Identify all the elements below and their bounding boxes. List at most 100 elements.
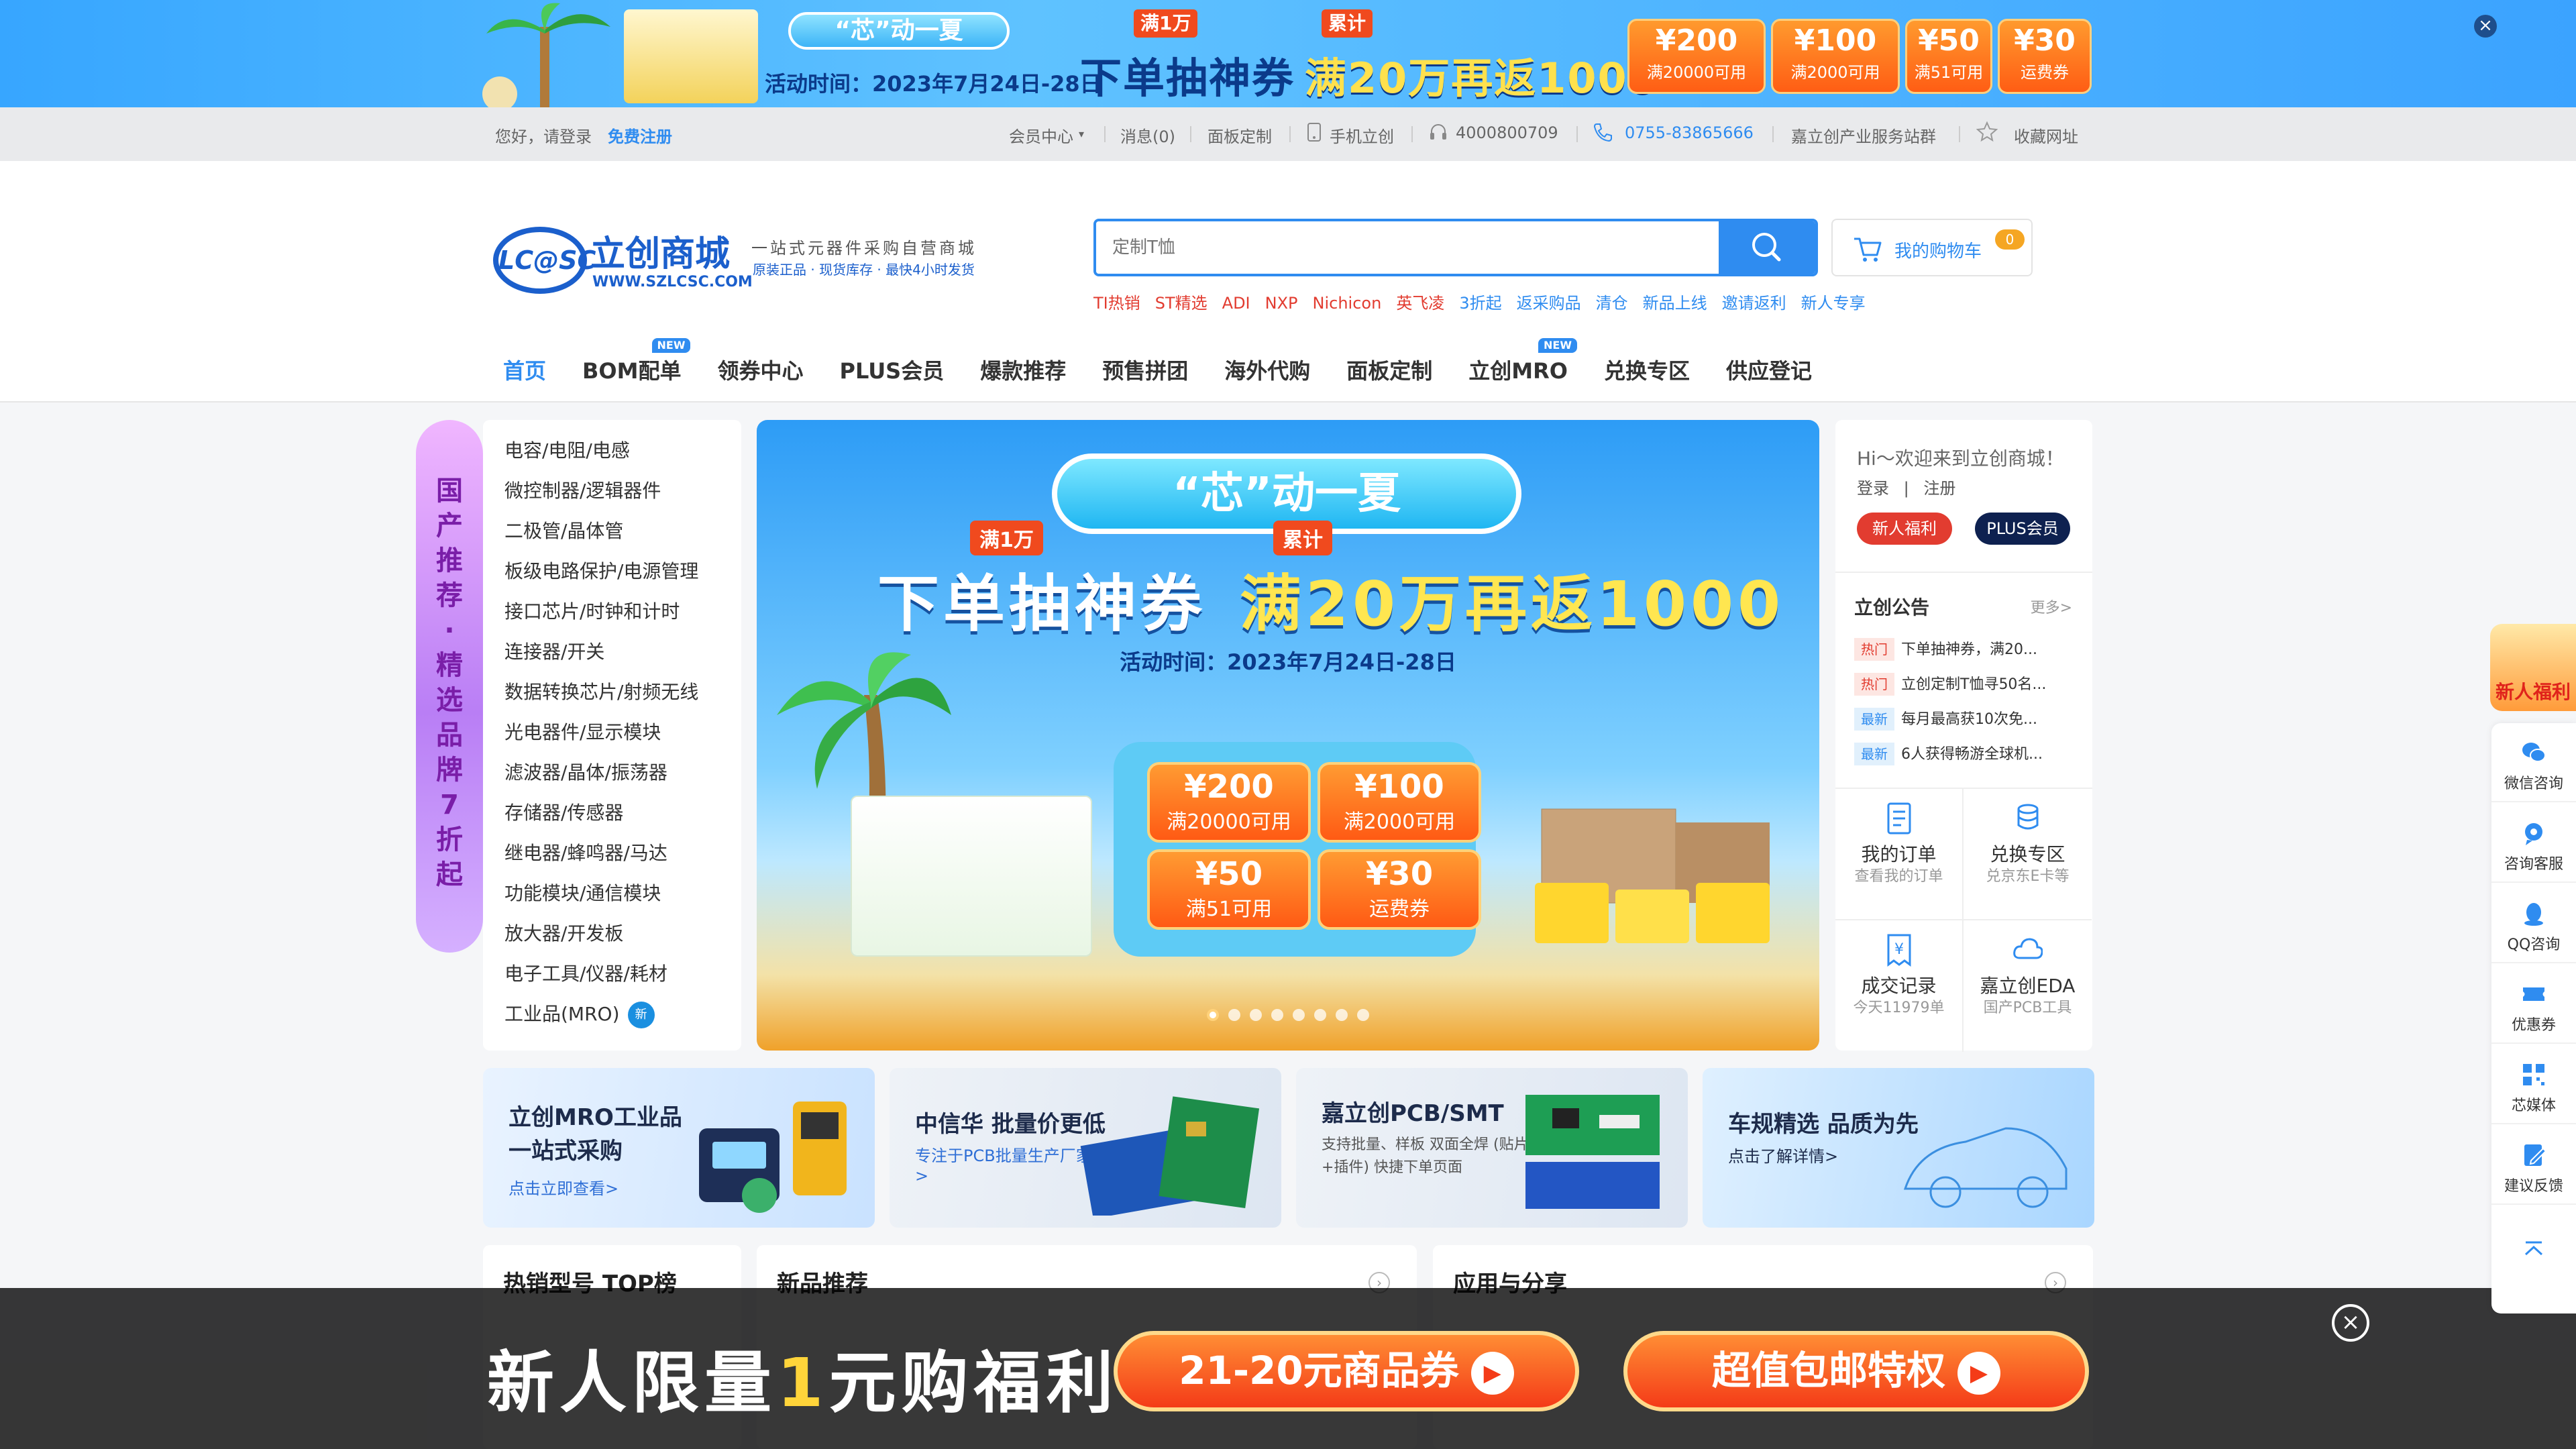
hot-link[interactable]: 3折起 <box>1459 294 1501 313</box>
newbie-benefits-button[interactable]: 新人福利 <box>1857 513 1952 545</box>
search-button[interactable] <box>1719 221 1815 274</box>
hot-link[interactable]: ADI <box>1222 294 1250 313</box>
nav-item[interactable]: PLUS会员 <box>839 354 944 385</box>
carousel-dot[interactable] <box>1357 1009 1369 1021</box>
utility-bar: 您好，请登录 免费注册 会员中心 ▾ 消息(0) 面板定制 手机立创 40008… <box>0 107 2576 161</box>
login-link[interactable]: 登录 <box>1857 479 1889 498</box>
hero-carousel[interactable]: “芯”动一夏 满1万 累计 下单抽神券 满20万再返1000 活动时间：2023… <box>757 420 1819 1051</box>
category-item[interactable]: 滤波器/晶体/振荡器 <box>483 759 741 800</box>
notice-more-link[interactable]: 更多> <box>2031 596 2072 617</box>
carousel-dot[interactable] <box>1228 1009 1240 1021</box>
nav-item[interactable]: BOM配单 NEW <box>582 338 691 385</box>
float-tool-item[interactable]: 芯媒体 <box>2491 1045 2576 1124</box>
nav-item[interactable]: 爆款推荐 <box>980 354 1066 385</box>
shortcut-eda[interactable]: 嘉立创EDA 国产PCB工具 <box>1964 920 2092 1052</box>
hot-link[interactable]: 返采购品 <box>1517 294 1581 313</box>
close-icon[interactable]: × <box>2474 15 2497 38</box>
top-promo-banner[interactable]: “芯”动一夏 活动时间：2023年7月24日-28日 满1万 累计 下单抽神券 … <box>0 0 2576 107</box>
carousel-dot[interactable] <box>1293 1009 1305 1021</box>
category-item[interactable]: 电子工具/仪器/耗材 <box>483 961 741 1001</box>
newbie-gift-badge[interactable]: 新人福利 <box>2490 624 2576 711</box>
notice-item[interactable]: 热门 下单抽神券，满20... <box>1854 637 2082 661</box>
promo-card-pcb-smt[interactable]: 嘉立创PCB/SMT 支持批量、样板 双面全焊 (贴片+插件) 快捷下单页面 <box>1296 1068 1688 1228</box>
nav-item[interactable]: 预售拼团 <box>1102 354 1188 385</box>
member-center-menu[interactable]: 会员中心 <box>1009 123 1073 147</box>
category-item[interactable]: 存储器/传感器 <box>483 800 741 840</box>
carousel-dot[interactable] <box>1336 1009 1348 1021</box>
carousel-dot[interactable] <box>1250 1009 1262 1021</box>
nav-item[interactable]: 领券中心 <box>717 354 803 385</box>
register-link[interactable]: 免费注册 <box>608 123 672 147</box>
hot-link[interactable]: 英飞凌 <box>1396 294 1444 313</box>
float-tool-item[interactable]: 咨询客服 <box>2491 804 2576 883</box>
category-item[interactable]: 工业品(MRO) 新 <box>483 1001 741 1041</box>
category-item[interactable]: 数据转换芯片/射频无线 <box>483 679 741 719</box>
search-input[interactable] <box>1096 221 1720 274</box>
plus-member-button[interactable]: PLUS会员 <box>1975 513 2070 545</box>
notice-tag: 最新 <box>1854 708 1894 731</box>
back-to-top-button[interactable] <box>2491 1220 2576 1299</box>
overlay-coupon-button[interactable]: 21-20元商品券 ▶ <box>1114 1331 1579 1411</box>
close-icon[interactable]: × <box>2332 1304 2369 1342</box>
domestic-brand-ribbon[interactable]: 国产推荐·精选品牌7折起 <box>416 420 483 953</box>
promo-card-automotive[interactable]: 车规精选 品质为先 点击了解详情> <box>1703 1068 2094 1228</box>
cart-button[interactable]: 我的购物车 0 <box>1831 219 2033 276</box>
carousel-dot[interactable] <box>1207 1009 1219 1021</box>
shortcut-exchange[interactable]: 兑换专区 兑京东E卡等 <box>1964 789 2092 920</box>
notice-tag: 热门 <box>1854 673 1894 696</box>
carousel-dot[interactable] <box>1271 1009 1283 1021</box>
category-item[interactable]: 微控制器/逻辑器件 <box>483 478 741 518</box>
category-item[interactable]: 接口芯片/时钟和计时 <box>483 598 741 639</box>
hot-link[interactable]: 邀请返利 <box>1722 294 1786 313</box>
nav-item[interactable]: 立创MRO NEW <box>1468 338 1577 385</box>
hot-link[interactable]: TI热销 <box>1093 294 1140 313</box>
nav-item[interactable]: 供应登记 <box>1726 354 1812 385</box>
hot-link[interactable]: 新人专享 <box>1801 294 1866 313</box>
float-tool-item[interactable]: 优惠券 <box>2491 965 2576 1044</box>
coins-icon <box>2017 804 2038 830</box>
hot-link[interactable]: Nichicon <box>1313 294 1382 313</box>
nav-item[interactable]: 海外代购 <box>1224 354 1310 385</box>
industry-sites-link[interactable]: 嘉立创产业服务站群 <box>1791 123 1936 147</box>
category-item[interactable]: 板级电路保护/电源管理 <box>483 558 741 598</box>
messages-link[interactable]: 消息(0) <box>1120 123 1175 147</box>
hot-link[interactable]: 新品上线 <box>1643 294 1707 313</box>
panel-custom-link[interactable]: 面板定制 <box>1208 123 1272 147</box>
category-item[interactable]: 电容/电阻/电感 <box>483 437 741 478</box>
overlay-headline-c: 元购福利 <box>828 1344 1119 1422</box>
nav-item[interactable]: 面板定制 <box>1346 354 1432 385</box>
category-item[interactable]: 光电器件/显示模块 <box>483 719 741 759</box>
nav-item[interactable]: 兑换专区 <box>1604 354 1690 385</box>
notice-item[interactable]: 热门 立创定制T恤寻50名... <box>1854 672 2082 696</box>
category-item[interactable]: 二极管/晶体管 <box>483 518 741 558</box>
promo-card-pcb-batch[interactable]: 中信华 批量价更低 专注于PCB批量生产厂家> <box>890 1068 1281 1228</box>
float-tool-item[interactable]: 建议反馈 <box>2491 1126 2576 1205</box>
float-tool-item[interactable]: QQ咨询 <box>2491 884 2576 963</box>
category-item[interactable]: 功能模块/通信模块 <box>483 880 741 920</box>
nav-item[interactable]: 首页 <box>503 354 546 385</box>
notice-item[interactable]: 最新 6人获得畅游全球机... <box>1854 742 2082 765</box>
login-prompt-link[interactable]: 您好，请登录 <box>495 123 592 147</box>
promo-card-mro[interactable]: 立创MRO工业品 一站式采购 点击立即查看> <box>483 1068 875 1228</box>
coupon-value: ¥50 <box>1918 23 1980 58</box>
category-item[interactable]: 连接器/开关 <box>483 639 741 679</box>
arrow-up-icon <box>2520 1236 2547 1263</box>
bookmark-link[interactable]: 收藏网址 <box>2014 123 2078 147</box>
register-link[interactable]: 注册 <box>1923 479 1955 498</box>
carousel-dot[interactable] <box>1314 1009 1326 1021</box>
divider <box>1576 126 1578 142</box>
hot-link[interactable]: ST精选 <box>1155 294 1208 313</box>
gift-label: 新人福利 <box>2495 681 2571 703</box>
overlay-shipping-button[interactable]: 超值包邮特权 ▶ <box>1623 1331 2089 1411</box>
notice-item[interactable]: 最新 每月最高获10次免... <box>1854 707 2082 731</box>
site-logo[interactable]: LC@SC 立创商城 WWW.SZLCSC.COM <box>493 220 761 301</box>
mobile-app-link[interactable]: 手机立创 <box>1330 123 1394 147</box>
category-label: 滤波器/晶体/振荡器 <box>504 761 667 784</box>
hot-link[interactable]: 清仓 <box>1596 294 1628 313</box>
category-item[interactable]: 放大器/开发板 <box>483 920 741 961</box>
category-item[interactable]: 继电器/蜂鸣器/马达 <box>483 840 741 880</box>
shortcut-transactions[interactable]: ¥ 成交记录 今天11979单 <box>1835 920 1964 1052</box>
shortcut-my-orders[interactable]: 我的订单 查看我的订单 <box>1835 789 1964 920</box>
float-tool-item[interactable]: 微信咨询 <box>2491 723 2576 802</box>
hot-link[interactable]: NXP <box>1265 294 1298 313</box>
